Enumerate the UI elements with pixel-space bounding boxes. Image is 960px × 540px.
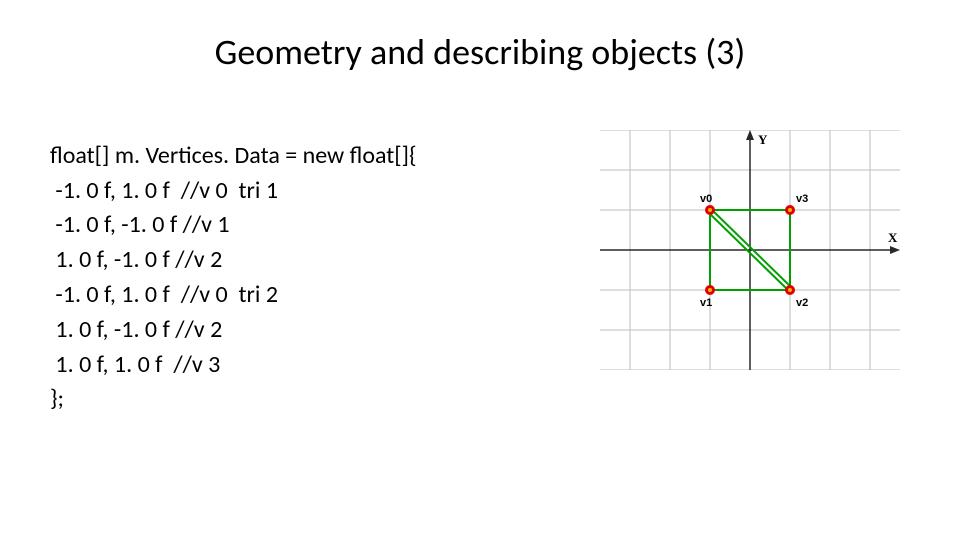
code-line-3: 1. 0 f, -1. 0 f //v 2	[50, 245, 222, 274]
y-arrow-icon	[746, 130, 754, 140]
label-v0: v0	[700, 193, 712, 205]
vertex-v2	[785, 285, 795, 295]
coordinate-diagram: v0 v1 v2 v3 X Y	[600, 130, 900, 370]
label-v1: v1	[700, 297, 712, 309]
code-line-1: -1. 0 f, 1. 0 f //v 0 tri 1	[50, 176, 278, 205]
slide: Geometry and describing objects (3) floa…	[0, 0, 960, 540]
y-axis-label: Y	[758, 132, 768, 147]
label-v2: v2	[796, 297, 808, 309]
vertex-v0	[705, 205, 715, 215]
code-line-0: float[] m. Vertices. Data = new float[]{	[50, 141, 417, 170]
diagram-svg: v0 v1 v2 v3 X Y	[600, 130, 900, 370]
code-line-6: 1. 0 f, 1. 0 f //v 3	[50, 350, 220, 379]
code-block: float[] m. Vertices. Data = new float[]{…	[50, 104, 417, 452]
code-line-2: -1. 0 f, -1. 0 f //v 1	[50, 210, 230, 239]
code-line-5: 1. 0 f, -1. 0 f //v 2	[50, 315, 222, 344]
code-line-4: -1. 0 f, 1. 0 f //v 0 tri 2	[50, 280, 278, 309]
axes	[600, 130, 900, 370]
vertex-v1	[705, 285, 715, 295]
label-v3: v3	[796, 193, 808, 205]
code-line-7: };	[50, 384, 64, 413]
slide-title: Geometry and describing objects (3)	[50, 30, 910, 74]
vertex-v3	[785, 205, 795, 215]
x-arrow-icon	[890, 246, 900, 254]
x-axis-label: X	[888, 230, 898, 245]
